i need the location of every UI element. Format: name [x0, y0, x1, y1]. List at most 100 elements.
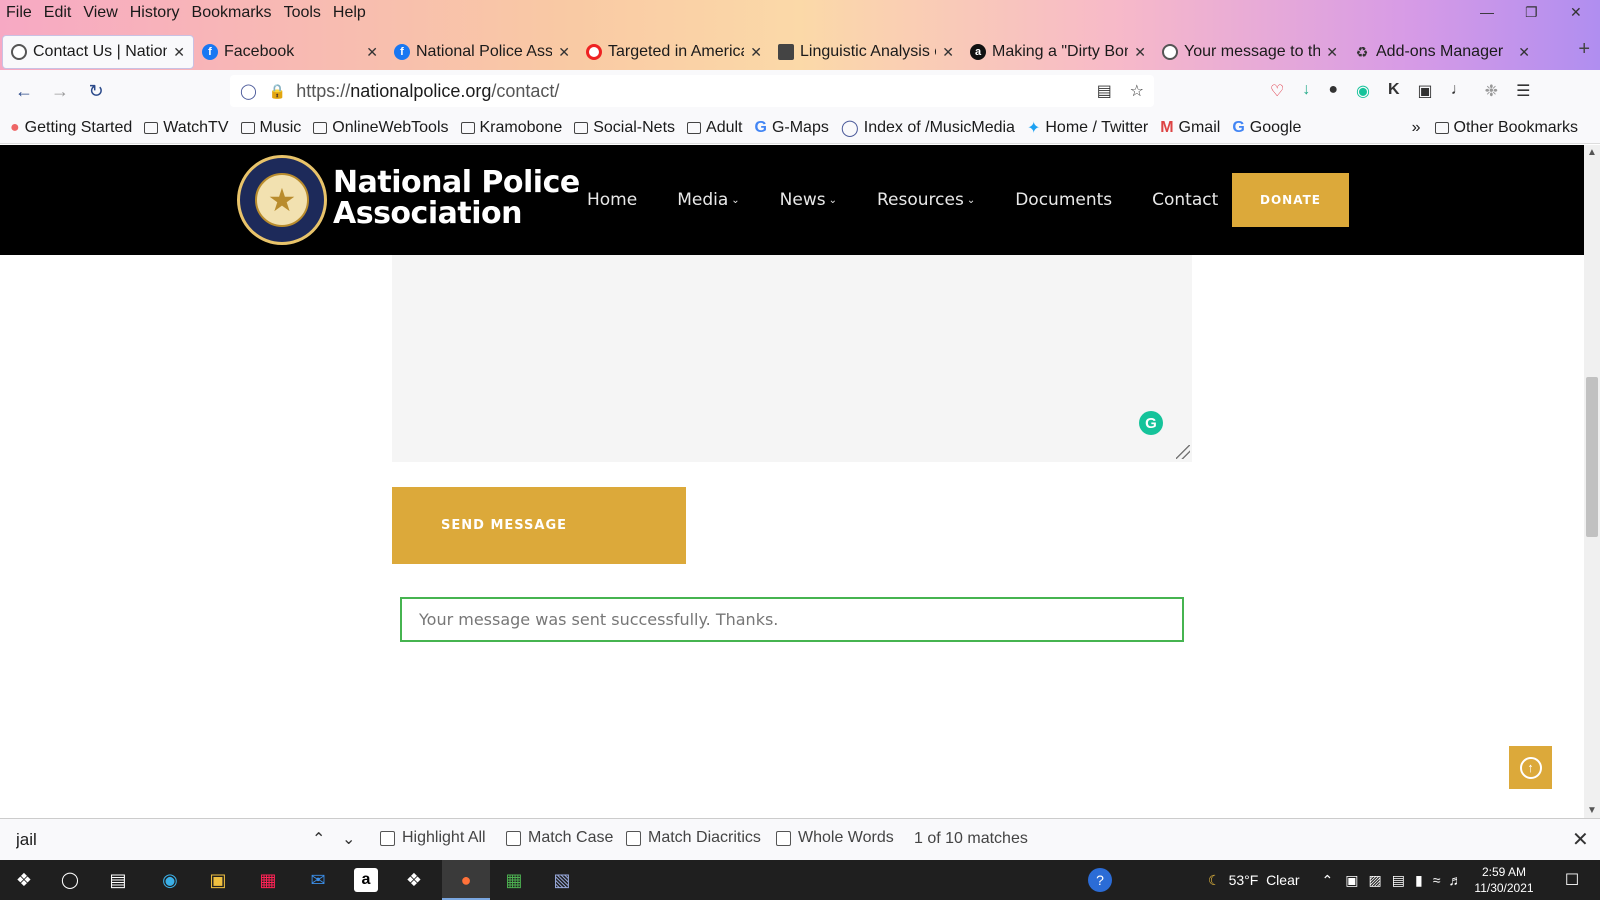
tab-facebook[interactable]: f Facebook ✕	[194, 35, 386, 69]
nav-media[interactable]: Media ⌄	[677, 190, 739, 210]
match-case-checkbox[interactable]: Match Case	[506, 829, 613, 847]
volume-icon[interactable]: ♬	[1448, 872, 1462, 888]
close-find-bar-icon[interactable]: ✕	[1572, 827, 1589, 852]
bookmark-g-maps[interactable]: G G-Maps	[755, 119, 829, 137]
bookmark-social-nets[interactable]: Social-Nets	[574, 119, 675, 137]
close-window-icon[interactable]: ✕	[1570, 4, 1582, 21]
close-tab-icon[interactable]: ✕	[558, 44, 570, 61]
checkbox-icon[interactable]	[506, 830, 521, 846]
find-input[interactable]	[10, 825, 300, 855]
chevron-up-icon[interactable]: ⌃	[1322, 872, 1334, 889]
wifi-icon[interactable]: ≈	[1433, 872, 1441, 888]
bookmark-google[interactable]: G Google	[1232, 119, 1301, 137]
reader-view-icon[interactable]: ▤	[1097, 83, 1112, 100]
gear-extension-icon[interactable]: ❉	[1485, 81, 1498, 101]
close-tab-icon[interactable]: ✕	[942, 44, 954, 61]
scrollbar-thumb[interactable]	[1586, 377, 1598, 537]
highlight-all-checkbox[interactable]: Highlight All	[380, 829, 486, 847]
restore-icon[interactable]: ❐	[1525, 4, 1538, 21]
match-diacritics-checkbox[interactable]: Match Diacritics	[626, 829, 761, 847]
url-bar[interactable]: ◯ 🔒 https://nationalpolice.org/contact/ …	[230, 75, 1154, 107]
menu-history[interactable]: History	[130, 4, 180, 22]
menu-view[interactable]: View	[83, 4, 117, 22]
hamburger-menu-icon[interactable]: ☰	[1516, 81, 1530, 101]
bookmark-kramobone[interactable]: Kramobone	[460, 119, 562, 137]
tab-your-message[interactable]: Your message to the ✕	[1154, 35, 1346, 69]
close-tab-icon[interactable]: ✕	[1326, 44, 1338, 61]
help-icon[interactable]: ?	[1088, 868, 1112, 892]
close-tab-icon[interactable]: ✕	[1518, 44, 1530, 61]
new-tab-icon[interactable]: +	[1578, 38, 1590, 61]
donate-button[interactable]: DONATE	[1232, 173, 1349, 227]
bookmark-star-icon[interactable]: ☆	[1130, 83, 1144, 100]
battery-icon[interactable]: ▮	[1415, 872, 1423, 889]
nav-resources[interactable]: Resources ⌄	[877, 190, 975, 210]
bookmark-watchtv[interactable]: WatchTV	[144, 119, 229, 137]
site-logo-text[interactable]: National Police Association	[333, 167, 580, 229]
windows-start-icon[interactable]: ❖	[12, 868, 36, 892]
system-clock[interactable]: 2:59 AM 11/30/2021	[1466, 864, 1542, 896]
nav-news[interactable]: News ⌄	[780, 190, 837, 210]
network-off-icon[interactable]: ▨	[1369, 872, 1382, 889]
bookmark-music[interactable]: Music	[240, 119, 301, 137]
edge-icon[interactable]: ◉	[158, 868, 182, 892]
menu-edit[interactable]: Edit	[44, 4, 72, 22]
shield-icon[interactable]: ◯	[240, 82, 257, 100]
scroll-to-top-button[interactable]: ↑	[1509, 746, 1552, 789]
bookmark-adult[interactable]: Adult	[687, 119, 743, 137]
pocket-icon[interactable]: ♡	[1270, 81, 1284, 101]
grammarly-ext-icon[interactable]: ◉	[1356, 81, 1370, 101]
grammarly-icon[interactable]: G	[1139, 411, 1163, 435]
close-tab-icon[interactable]: ✕	[750, 44, 762, 61]
chevron-double-right-icon[interactable]: »	[1412, 119, 1421, 137]
page-scrollbar[interactable]: ▲ ▼	[1584, 145, 1600, 818]
store-icon[interactable]: ▦	[256, 868, 280, 892]
firefox-icon[interactable]: ●	[454, 868, 478, 892]
bookmark-onlinewebtools[interactable]: OnlineWebTools	[313, 119, 449, 137]
search-circle-icon[interactable]: ◯	[58, 868, 82, 892]
task-view-icon[interactable]: ▤	[106, 868, 130, 892]
back-icon[interactable]: ←	[6, 81, 42, 102]
checkbox-icon[interactable]	[776, 830, 791, 846]
checkbox-icon[interactable]	[380, 830, 395, 846]
other-bookmarks[interactable]: Other Bookmarks	[1434, 119, 1578, 137]
tab-addons[interactable]: ♻ Add-ons Manager ✕	[1346, 35, 1538, 69]
meet-icon[interactable]: ▣	[1345, 872, 1358, 889]
scroll-up-arrow-icon[interactable]: ▲	[1587, 147, 1597, 158]
scroll-down-arrow-icon[interactable]: ▼	[1587, 805, 1597, 816]
amazon-icon[interactable]: a	[354, 868, 378, 892]
display-icon[interactable]: ▤	[1392, 872, 1405, 889]
bookmark-gmail[interactable]: M Gmail	[1160, 119, 1220, 137]
tab-targeted[interactable]: Targeted in America ✕	[578, 35, 770, 69]
menu-bookmarks[interactable]: Bookmarks	[192, 4, 272, 22]
nav-home[interactable]: Home	[587, 190, 637, 210]
find-previous-icon[interactable]: ⌃	[312, 829, 325, 849]
npa-seal-logo[interactable]: ★	[237, 155, 327, 245]
bookmark-music-media[interactable]: ◯ Index of /MusicMedia	[841, 118, 1015, 138]
app-icon[interactable]: ▦	[502, 868, 526, 892]
menu-file[interactable]: File	[6, 4, 32, 22]
nav-contact[interactable]: Contact	[1152, 190, 1218, 210]
audio-extension-icon[interactable]: ♩	[1451, 81, 1467, 101]
bookmark-twitter[interactable]: ✦ Home / Twitter	[1027, 118, 1148, 138]
url-text[interactable]: https://nationalpolice.org/contact/	[296, 81, 559, 102]
close-tab-icon[interactable]: ✕	[366, 44, 378, 61]
weather-text[interactable]: 53°F Clear	[1229, 872, 1300, 888]
whole-words-checkbox[interactable]: Whole Words	[776, 829, 894, 847]
tab-national-police[interactable]: f National Police Association ✕	[386, 35, 578, 69]
tab-linguistic[interactable]: Linguistic Analysis of ✕	[770, 35, 962, 69]
find-next-icon[interactable]: ⌄	[342, 829, 355, 849]
lock-icon[interactable]: 🔒	[269, 83, 286, 100]
file-explorer-icon[interactable]: ▣	[206, 868, 230, 892]
nav-documents[interactable]: Documents	[1015, 190, 1112, 210]
reload-icon[interactable]: ↻	[78, 81, 114, 102]
checkbox-icon[interactable]	[626, 830, 641, 846]
resize-handle-icon[interactable]	[1176, 445, 1190, 459]
menu-tools[interactable]: Tools	[284, 4, 321, 22]
forward-icon[interactable]: →	[42, 81, 78, 102]
dropbox-icon[interactable]: ❖	[402, 868, 426, 892]
close-tab-icon[interactable]: ✕	[1134, 44, 1146, 61]
tab-dirty-bomb[interactable]: a Making a "Dirty Bomb" ✕	[962, 35, 1154, 69]
bookmark-getting-started[interactable]: ● Getting Started	[10, 119, 132, 137]
mail-icon[interactable]: ✉	[306, 868, 330, 892]
